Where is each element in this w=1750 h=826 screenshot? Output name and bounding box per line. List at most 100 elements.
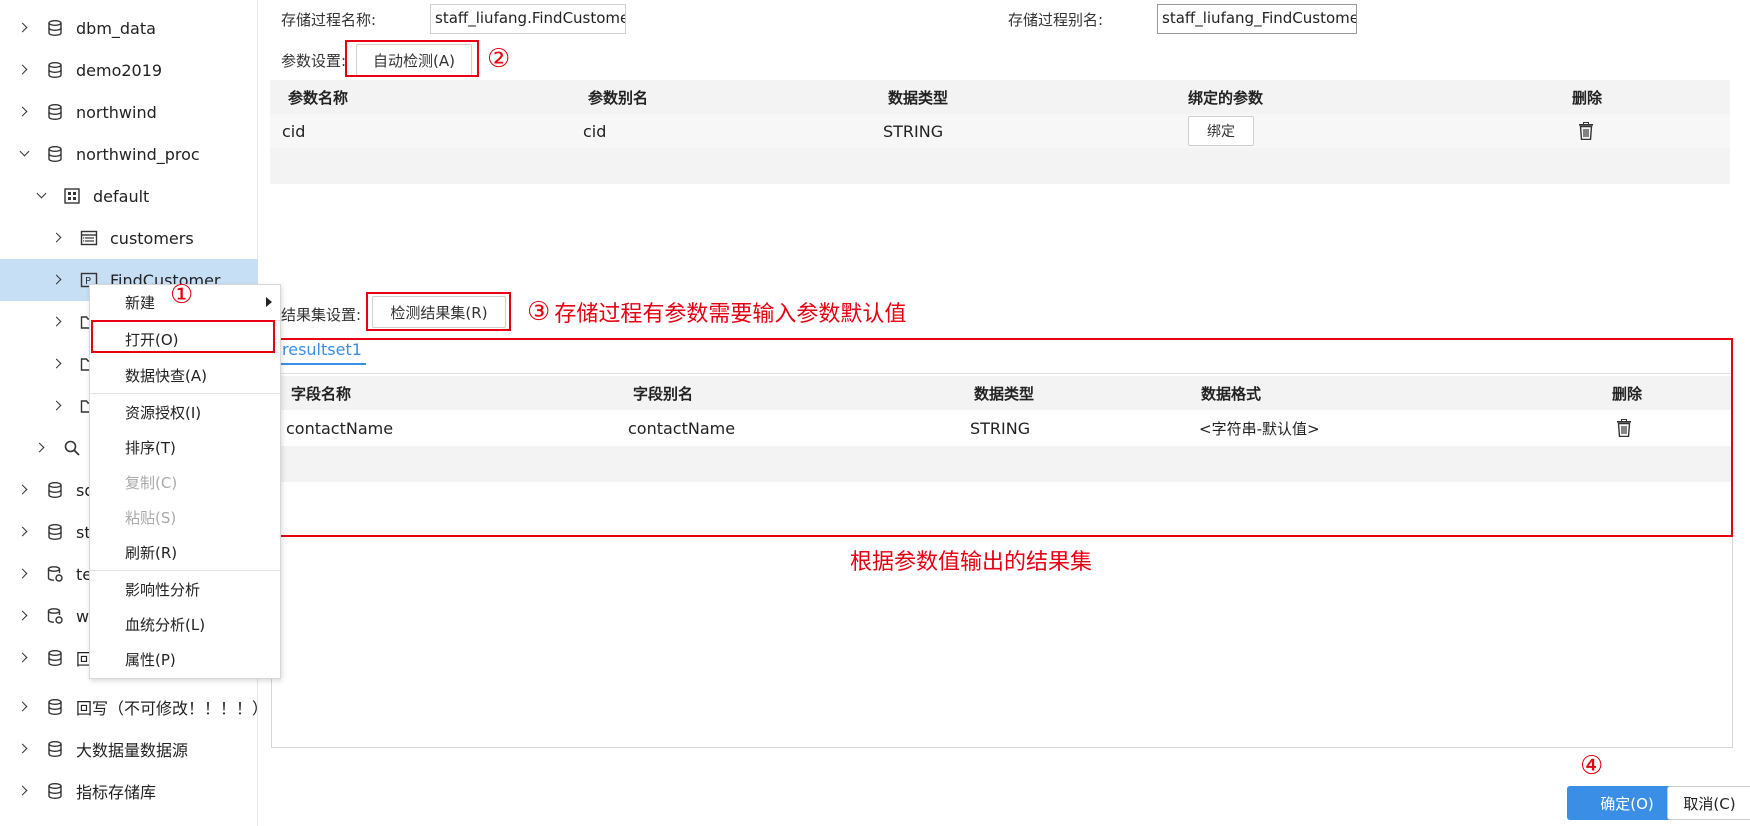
resultset-table-empty-row: [280, 446, 1731, 482]
table-icon: [80, 229, 98, 247]
header-bound-param: 绑定的参数: [1188, 88, 1264, 107]
tree-node-metrics[interactable]: 指标存储库: [0, 770, 258, 812]
annotation-step-2: ②: [487, 44, 511, 74]
chevron-right-icon[interactable]: [18, 651, 32, 665]
database-icon: [46, 145, 64, 163]
chevron-right-icon[interactable]: [52, 357, 66, 371]
database-icon: [46, 740, 64, 758]
chevron-right-icon[interactable]: [18, 609, 32, 623]
tree-node-default[interactable]: default: [0, 175, 258, 217]
chevron-down-icon[interactable]: [18, 147, 32, 161]
database-settings-icon: [46, 607, 64, 625]
auto-detect-button[interactable]: 自动检测(A): [356, 44, 472, 76]
menu-divider: [90, 393, 280, 394]
menu-item-open[interactable]: 打开(O): [90, 322, 280, 356]
tree-node-northwind[interactable]: northwind: [0, 91, 258, 133]
tree-node-label: northwind: [76, 102, 157, 122]
menu-item-refresh[interactable]: 刷新(R): [90, 535, 280, 569]
context-menu: 新建 打开(O) 数据快查(A) 资源授权(I) 排序(T) 复制(C) 粘贴(…: [89, 284, 281, 679]
chevron-right-icon[interactable]: [52, 231, 66, 245]
param-name-cell: cid: [282, 121, 306, 141]
database-icon: [46, 523, 64, 541]
menu-item-copy[interactable]: 复制(C): [90, 465, 280, 499]
header-field-name: 字段名称: [291, 384, 352, 403]
chevron-right-icon[interactable]: [18, 105, 32, 119]
resultset-caption: 根据参数值输出的结果集: [850, 550, 1093, 575]
param-type-cell: STRING: [883, 121, 944, 141]
tree-node-writeback-readonly[interactable]: 回写（不可修改！！！！）: [0, 686, 268, 728]
tab-resultset1[interactable]: resultset1: [278, 338, 366, 365]
submenu-arrow-icon: [266, 297, 272, 307]
tree-node-dbm-data[interactable]: dbm_data: [0, 7, 258, 49]
chevron-right-icon[interactable]: [52, 399, 66, 413]
tree-node-demo2019[interactable]: demo2019: [0, 49, 258, 91]
proc-name-field[interactable]: staff_liufang.FindCustomer: [430, 4, 626, 34]
header-field-format: 数据格式: [1201, 384, 1262, 403]
menu-item-quick-query[interactable]: 数据快查(A): [90, 358, 280, 392]
header-param-alias: 参数别名: [588, 88, 649, 107]
database-icon: [46, 19, 64, 37]
menu-item-impact-analysis[interactable]: 影响性分析: [90, 572, 280, 606]
field-type-cell: STRING: [970, 418, 1031, 438]
menu-item-authorize[interactable]: 资源授权(I): [90, 395, 280, 429]
proc-name-label: 存储过程名称:: [281, 11, 377, 29]
tree-node-label: northwind_proc: [76, 144, 200, 164]
table-row[interactable]: contactName contactName STRING <字符串-默认值>: [280, 410, 1731, 446]
header-field-type: 数据类型: [974, 384, 1035, 403]
chevron-right-icon[interactable]: [18, 63, 32, 77]
chevron-right-icon[interactable]: [18, 525, 32, 539]
database-icon: [46, 103, 64, 121]
menu-divider: [90, 320, 280, 321]
search-icon: [63, 439, 81, 457]
database-icon: [46, 481, 64, 499]
chevron-right-icon[interactable]: [18, 742, 32, 756]
tab-divider: [280, 373, 1731, 374]
header-field-delete: 删除: [1612, 384, 1643, 403]
chevron-right-icon[interactable]: [18, 567, 32, 581]
database-icon: [46, 649, 64, 667]
chevron-right-icon[interactable]: [18, 784, 32, 798]
chevron-right-icon[interactable]: [35, 441, 49, 455]
tree-node-label: 回写（不可修改！！！！）: [76, 699, 269, 718]
annotation-step-3: ③ 存储过程有参数需要输入参数默认值: [527, 297, 907, 327]
header-field-alias: 字段别名: [633, 384, 694, 403]
tree-node-customers[interactable]: customers: [0, 217, 258, 259]
chevron-right-icon[interactable]: [52, 315, 66, 329]
trash-icon[interactable]: [1616, 419, 1632, 437]
params-table-header: 参数名称 参数别名 数据类型 绑定的参数 删除: [270, 80, 1730, 114]
resultset-table-header: 字段名称 字段别名 数据类型 数据格式 删除: [280, 376, 1731, 410]
tree-node-label: 指标存储库: [76, 783, 157, 802]
proc-alias-field[interactable]: staff_liufang_FindCustomer: [1157, 4, 1357, 34]
chevron-right-icon[interactable]: [18, 21, 32, 35]
tree-node-label: dbm_data: [76, 18, 156, 38]
database-icon: [46, 61, 64, 79]
params-table-empty-area: [270, 148, 1730, 184]
tree-node-label: demo2019: [76, 60, 163, 80]
chevron-right-icon[interactable]: [52, 273, 66, 287]
field-name-cell: contactName: [286, 418, 394, 438]
trash-icon[interactable]: [1578, 122, 1594, 140]
bind-button[interactable]: 绑定: [1188, 116, 1254, 146]
tree-node-label: default: [93, 186, 150, 206]
menu-item-sort[interactable]: 排序(T): [90, 430, 280, 464]
header-param-type: 数据类型: [888, 88, 949, 107]
tree-node-northwind-proc[interactable]: northwind_proc: [0, 133, 258, 175]
table-row[interactable]: cid cid STRING 绑定: [270, 114, 1730, 148]
resultset-settings-label: 结果集设置:: [281, 306, 362, 324]
proc-alias-label: 存储过程别名:: [1008, 11, 1104, 29]
menu-item-lineage-analysis[interactable]: 血统分析(L): [90, 607, 280, 641]
cancel-button[interactable]: 取消(C): [1667, 786, 1750, 820]
detect-resultset-button[interactable]: 检测结果集(R): [372, 296, 506, 328]
chevron-right-icon[interactable]: [18, 483, 32, 497]
tree-node-bigdata[interactable]: 大数据量数据源: [0, 728, 258, 770]
header-param-name: 参数名称: [288, 88, 349, 107]
menu-item-properties[interactable]: 属性(P): [90, 642, 280, 676]
database-settings-icon: [46, 565, 64, 583]
field-format-cell[interactable]: <字符串-默认值>: [1199, 410, 1320, 446]
tree-node-label: customers: [110, 228, 194, 248]
chevron-down-icon[interactable]: [35, 189, 49, 203]
menu-item-paste[interactable]: 粘贴(S): [90, 500, 280, 534]
annotation-step-4: ④: [1580, 751, 1604, 781]
chevron-right-icon[interactable]: [18, 700, 32, 714]
field-alias-cell: contactName: [628, 418, 736, 438]
